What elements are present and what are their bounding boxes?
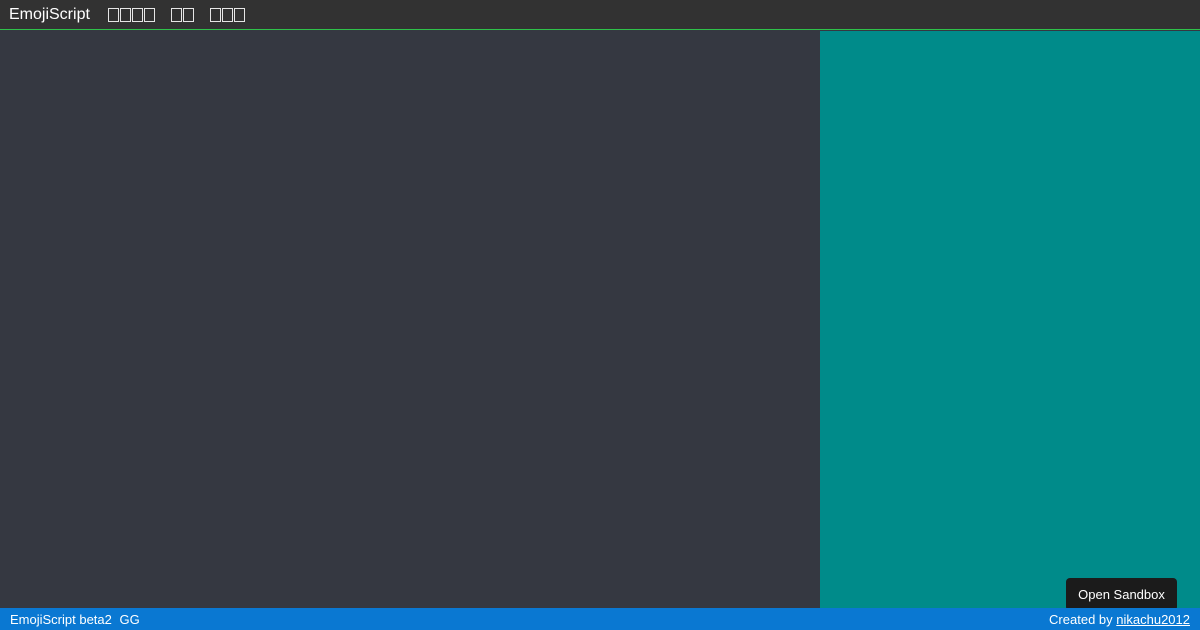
menu-item-2[interactable] bbox=[170, 0, 195, 30]
status-left: EmojiScript beta2 GG bbox=[10, 612, 140, 627]
output-pane bbox=[820, 31, 1200, 608]
status-suffix: GG bbox=[119, 611, 140, 627]
code-editor-pane[interactable] bbox=[0, 31, 820, 608]
emoji-glyph-icon bbox=[107, 7, 119, 22]
app-window: EmojiScript Open Sandbox EmojiScript bet… bbox=[0, 0, 1200, 630]
open-sandbox-button[interactable]: Open Sandbox bbox=[1066, 578, 1177, 611]
emoji-glyph-icon bbox=[233, 7, 245, 22]
status-right: Created by nikachu2012 bbox=[1049, 612, 1190, 627]
credit-prefix: Created by bbox=[1049, 611, 1113, 627]
emoji-glyph-icon bbox=[170, 7, 182, 22]
emoji-glyph-icon bbox=[209, 7, 221, 22]
author-link[interactable]: nikachu2012 bbox=[1116, 612, 1190, 627]
menu-item-3[interactable] bbox=[209, 0, 246, 30]
app-title: EmojiScript bbox=[9, 5, 90, 23]
version-label: EmojiScript beta2 bbox=[10, 611, 112, 627]
emoji-glyph-icon bbox=[182, 7, 194, 22]
emoji-glyph-icon bbox=[131, 7, 143, 22]
emoji-glyph-icon bbox=[221, 7, 233, 22]
emoji-glyph-icon bbox=[143, 7, 155, 22]
status-bar: EmojiScript beta2 GG Created by nikachu2… bbox=[0, 608, 1200, 630]
emoji-glyph-icon bbox=[119, 7, 131, 22]
menu-item-1[interactable] bbox=[107, 0, 156, 30]
top-menu-bar: EmojiScript bbox=[0, 0, 1200, 30]
